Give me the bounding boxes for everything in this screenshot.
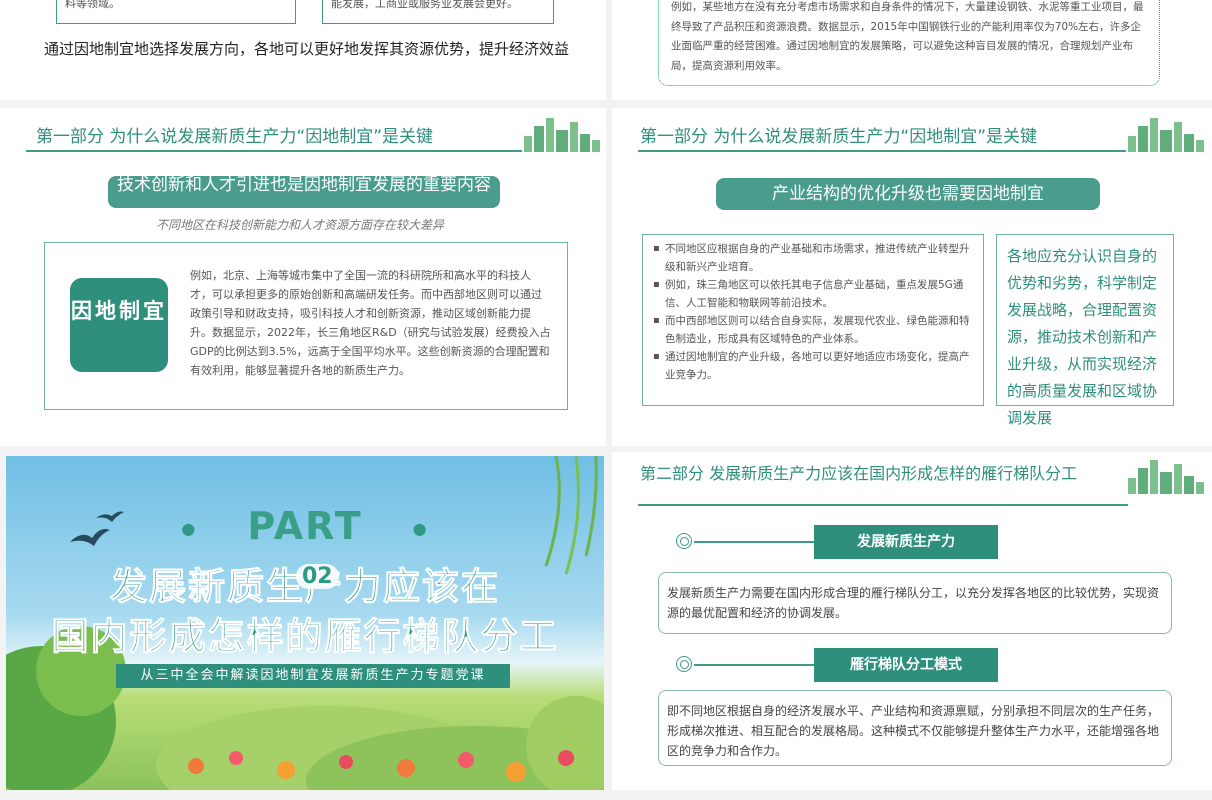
- flower-icon: [188, 750, 574, 782]
- heading-pill: 雁行梯队分工模式: [814, 648, 998, 682]
- target-circle-icon: [676, 656, 692, 672]
- part-number: 02: [296, 564, 339, 589]
- section-title: 第一部分 为什么说发展新质生产力“因地制宜”是关键: [36, 127, 434, 147]
- text-box: 例如，某些地方在没有充分考虑市场需求和自身条件的情况下，大量建设钢铁、水泥等重工…: [658, 0, 1160, 86]
- list-item: 例如，珠三角地区可以依托其电子信息产业基础，重点发展5G通信、人工智能和物联网等…: [653, 276, 973, 312]
- subnote: 不同地区在科技创新能力和人才资源方面存在较大差异: [156, 218, 445, 232]
- divider: [694, 664, 826, 666]
- divider: [26, 150, 522, 152]
- text-box: 能发展，工商业或服务业发展会更好。: [322, 0, 554, 24]
- divider: [638, 150, 1126, 152]
- side-panel: 各地应充分认识自身的优势和劣势，科学制定发展战略，合理配置资源，推动技术创新和产…: [996, 234, 1174, 427]
- slide-mid-right[interactable]: 第一部分 为什么说发展新质生产力“因地制宜”是关键 产业结构的优化升级也需要因地…: [612, 108, 1212, 446]
- box-text: 料等领域。: [65, 0, 120, 10]
- bullet-list: 不同地区应根据自身的产业基础和市场需求，推进传统产业转型升级和新兴产业培育。 例…: [642, 234, 984, 406]
- heading-pill: 发展新质生产力: [814, 525, 998, 559]
- box-text: 能发展，工商业或服务业发展会更好。: [331, 0, 518, 10]
- target-circle-icon: [676, 533, 692, 549]
- badge: 因地制宜: [70, 278, 168, 372]
- list-item: 通过因地制宜的产业升级，各地可以更好地适应市场变化，提高产业竞争力。: [653, 348, 973, 384]
- divider: [638, 504, 1128, 506]
- slide-top-right[interactable]: 例如，某些地方在没有充分考虑市场需求和自身条件的情况下，大量建设钢铁、水泥等重工…: [612, 0, 1212, 100]
- topic-pill: 技术创新和人才引进也是因地制宜发展的重要内容: [108, 176, 500, 208]
- list-item: 而中西部地区则可以结合自身实际，发展现代农业、绿色能源和特色制造业，形成具有区域…: [653, 312, 973, 348]
- body-text: 例如，北京、上海等城市集中了全国一流的科研院所和高水平的科技人才，可以承担更多的…: [190, 269, 551, 377]
- summary-text: 通过因地制宜地选择发展方向，各地可以更好地发挥其资源优势，提升经济效益: [44, 40, 570, 58]
- slide-top-left[interactable]: 料等领域。 能发展，工商业或服务业发展会更好。 通过因地制宜地选择发展方向，各地…: [0, 0, 606, 100]
- city-skyline-icon: [1128, 118, 1204, 152]
- city-skyline-icon: [1128, 460, 1204, 494]
- slide-mid-left[interactable]: 第一部分 为什么说发展新质生产力“因地制宜”是关键 技术创新和人才引进也是因地制…: [0, 108, 606, 446]
- list-item: 不同地区应根据自身的产业基础和市场需求，推进传统产业转型升级和新兴产业培育。: [653, 240, 973, 276]
- banner-subtitle: 从三中全会中解读因地制宜发展新质生产力专题党课: [116, 664, 510, 688]
- dot: ●: [412, 519, 429, 538]
- part-text: PART: [247, 504, 363, 548]
- city-skyline-icon: [524, 118, 600, 152]
- section-title: 第二部分 发展新质生产力应该在国内形成怎样的雁行梯队分工: [640, 464, 1078, 483]
- banner-slide[interactable]: ●PART● 发展新质生产力应该在 国内形成怎样的雁行梯队分工 02 从三中全会…: [6, 456, 604, 790]
- topic-pill: 产业结构的优化升级也需要因地制宜: [716, 178, 1100, 210]
- banner-title-line2: 国内形成怎样的雁行梯队分工: [51, 615, 559, 659]
- divider: [694, 541, 826, 543]
- dot: ●: [181, 519, 198, 538]
- section-title: 第一部分 为什么说发展新质生产力“因地制宜”是关键: [640, 127, 1038, 147]
- text-box: 发展新质生产力需要在国内形成合理的雁行梯队分工，以充分发挥各地区的比较优势，实现…: [658, 572, 1172, 634]
- box-text: 例如，某些地方在没有充分考虑市场需求和自身条件的情况下，大量建设钢铁、水泥等重工…: [671, 1, 1144, 72]
- text-box: 即不同地区根据自身的经济发展水平、产业结构和资源禀赋，分别承担不同层次的生产任务…: [658, 690, 1172, 766]
- part-label: ● PART ●: [6, 504, 604, 548]
- text-box: 料等领域。: [56, 0, 296, 24]
- slide-bottom-right[interactable]: 第二部分 发展新质生产力应该在国内形成怎样的雁行梯队分工 发展新质生产力 发展新…: [612, 452, 1212, 790]
